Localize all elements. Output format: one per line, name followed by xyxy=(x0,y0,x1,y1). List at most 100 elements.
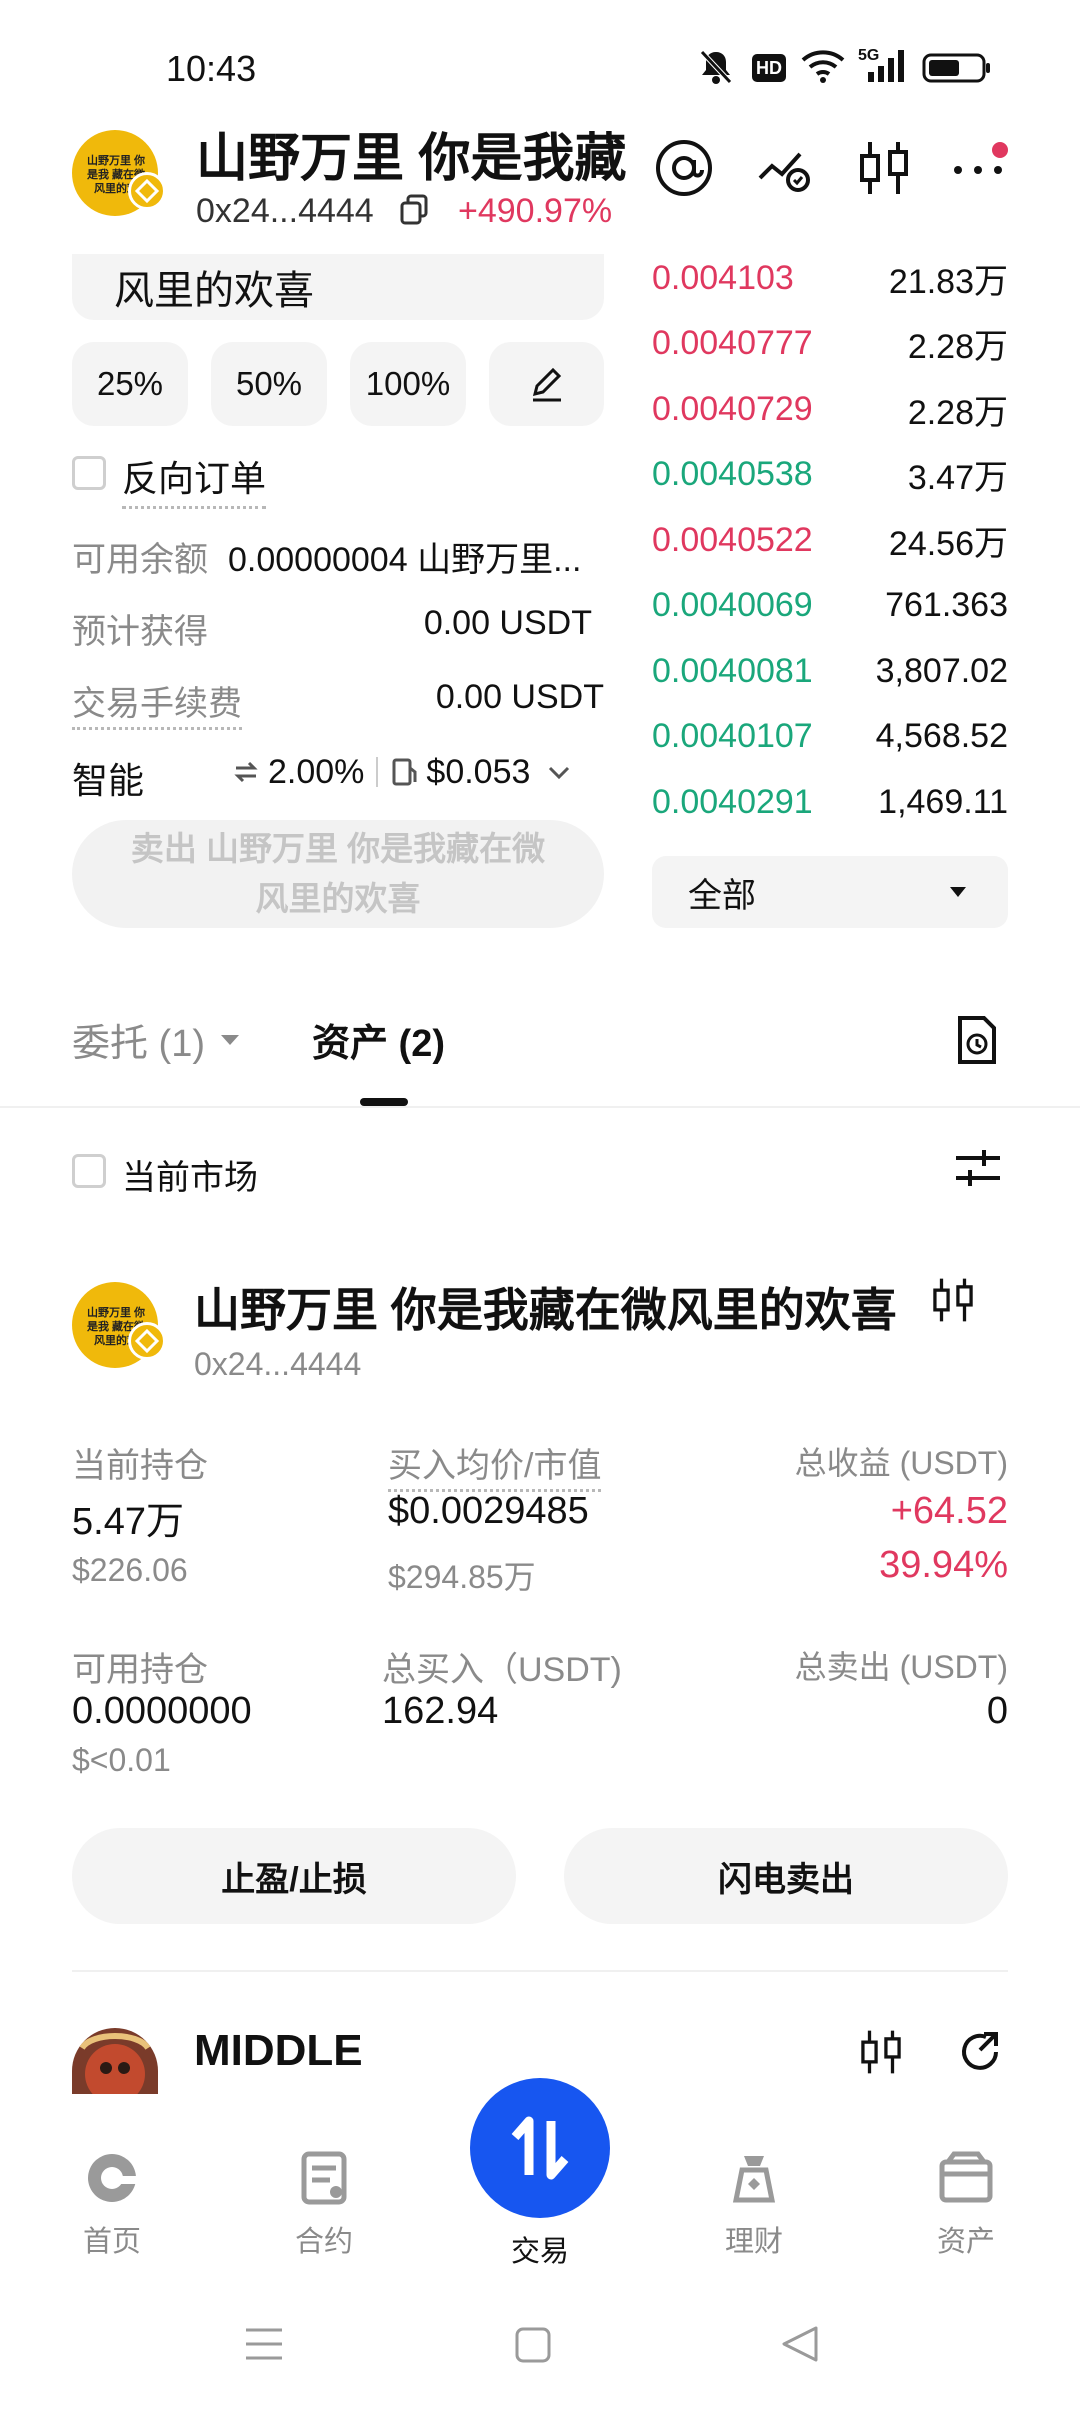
pct-50-button[interactable]: 50% xyxy=(211,342,327,426)
battery-icon xyxy=(922,52,992,84)
caret-down-icon xyxy=(221,1034,240,1045)
orderbook-row[interactable]: 0.0040538 3.47万 xyxy=(652,443,1008,507)
candlestick-icon[interactable] xyxy=(930,1274,976,1326)
token-address: 0x24...4444 xyxy=(196,192,374,230)
orderbook-filter-select[interactable]: 全部 xyxy=(652,856,1008,928)
tab-assets-label: 资产 (2) xyxy=(312,1023,446,1065)
orderbook-amount: 3.47万 xyxy=(907,459,1008,497)
orderbook-row[interactable]: 0.0040291 1,469.11 xyxy=(652,770,1008,834)
system-home-icon[interactable] xyxy=(514,2326,552,2364)
home-icon xyxy=(84,2150,140,2206)
nav-trade[interactable]: 交易 xyxy=(470,2078,610,2270)
expected-value: 0.00 USDT xyxy=(423,604,592,642)
flash-sell-label: 闪电卖出 xyxy=(718,1860,854,1899)
share-icon[interactable] xyxy=(956,2028,1004,2076)
orderbook-amount: 2.28万 xyxy=(907,393,1008,432)
divider xyxy=(376,757,379,787)
nav-contract[interactable]: 合约 xyxy=(254,2150,394,2260)
pct-50-label: 50% xyxy=(235,365,303,402)
chevron-down-icon xyxy=(549,766,570,780)
hd-icon: HD xyxy=(752,54,786,82)
smart-settings[interactable]: 2.00% $0.053 xyxy=(230,748,606,796)
more-icon[interactable] xyxy=(950,138,1010,198)
pct-100-button[interactable]: 100% xyxy=(350,342,466,426)
order-history-icon[interactable] xyxy=(954,1014,1000,1066)
candlestick-icon[interactable] xyxy=(856,138,912,198)
market-cap-value: $294.85万 xyxy=(388,1559,536,1595)
orderbook-row[interactable]: 0.0040081 3,807.02 xyxy=(652,639,1008,703)
pnl-label: 总收益 (USDT) xyxy=(794,1445,1008,1481)
reverse-order-label: 反向订单 xyxy=(122,450,267,509)
orderbook-row[interactable]: 0.0040777 2.28万 xyxy=(652,312,1008,376)
pct-25-button[interactable]: 25% xyxy=(72,342,188,426)
sell-button[interactable]: 卖出 山野万里 你是我藏在微风里的欢喜 xyxy=(72,820,604,928)
fee-value: 0.00 USDT xyxy=(435,678,604,716)
copy-icon[interactable] xyxy=(400,194,430,226)
orderbook-amount: 2.28万 xyxy=(907,328,1008,366)
at-icon[interactable] xyxy=(654,138,714,198)
expected-label: 预计获得 xyxy=(72,613,208,651)
gas-value: $0.053 xyxy=(426,752,531,791)
total-buy-value: 162.94 xyxy=(382,1690,499,1732)
orderbook-price: 0.0040107 xyxy=(652,717,813,755)
chain-badge-icon xyxy=(128,172,166,210)
slippage-icon xyxy=(234,761,258,783)
avg-price-label: 买入均价/市值 xyxy=(388,1438,602,1492)
orderbook-price: 0.0040538 xyxy=(652,455,813,493)
trade-icon xyxy=(470,2078,610,2218)
flash-sell-button[interactable]: 闪电卖出 xyxy=(564,1828,1008,1924)
candlestick-icon[interactable] xyxy=(858,2026,904,2078)
orderbook-row[interactable]: 0.0040107 4,568.52 xyxy=(652,705,1008,769)
edit-pct-button[interactable] xyxy=(489,342,604,426)
contract-icon xyxy=(296,2150,352,2206)
tp-sl-label: 止盈/止损 xyxy=(221,1860,367,1899)
caret-down-icon xyxy=(950,887,966,897)
position-label: 当前持仓 xyxy=(72,1447,208,1485)
holdings-divider xyxy=(72,1970,1008,1972)
filter-settings-icon[interactable] xyxy=(954,1148,1002,1188)
nav-finance[interactable]: 理财 xyxy=(684,2150,824,2260)
reverse-order-checkbox[interactable] xyxy=(72,456,106,490)
orderbook-row[interactable]: 0.0040729 2.28万 xyxy=(652,377,1008,441)
available-position-label: 可用持仓 xyxy=(72,1651,208,1689)
orderbook-amount: 24.56万 xyxy=(888,524,1008,563)
orderbook-price: 0.0040291 xyxy=(652,782,813,821)
price-change-pct: +490.97% xyxy=(458,192,613,230)
orderbook-amount: 4,568.52 xyxy=(875,717,1008,755)
tab-assets[interactable]: 资产 (2) xyxy=(312,1012,445,1067)
holding2-name[interactable]: MIDDLE xyxy=(194,2026,363,2076)
token-title[interactable]: 山野万里 你是我藏 xyxy=(196,116,626,191)
orderbook-price: 0.0040729 xyxy=(652,389,813,428)
orderbook-row[interactable]: 0.0040522 24.56万 xyxy=(652,508,1008,572)
nav-assets[interactable]: 资产 xyxy=(896,2150,1036,2260)
chain-badge-icon xyxy=(128,1322,166,1360)
nav-trade-label: 交易 xyxy=(510,2236,569,2268)
holding-name[interactable]: 山野万里 你是我藏在微风里的欢喜 xyxy=(194,1274,897,1340)
slippage-value: 2.00% xyxy=(268,752,365,791)
svg-text:5G: 5G xyxy=(858,47,879,64)
current-market-checkbox[interactable] xyxy=(72,1154,106,1188)
tp-sl-button[interactable]: 止盈/止损 xyxy=(72,1828,516,1924)
wifi-icon xyxy=(800,48,846,84)
pencil-icon xyxy=(532,367,561,402)
available-position-usd: $<0.01 xyxy=(72,1742,171,1778)
orderbook-amount: 1,469.11 xyxy=(878,782,1008,821)
total-buy-label: 总买入（USDT) xyxy=(382,1651,622,1689)
tab-orders[interactable]: 委托 (1) xyxy=(72,1012,241,1067)
wallet-icon xyxy=(938,2150,994,2206)
active-tab-indicator xyxy=(360,1098,408,1106)
pnl-value: +64.52 xyxy=(890,1490,1008,1532)
amount-input[interactable]: 风里的欢喜 xyxy=(72,254,604,320)
orderbook-amount: 761.363 xyxy=(885,586,1008,624)
orderbook-row[interactable]: 0.004103 21.83万 xyxy=(652,246,1008,310)
nav-home[interactable]: 首页 xyxy=(42,2150,182,2260)
fee-label: 交易手续费 xyxy=(72,676,242,730)
bell-off-icon xyxy=(698,48,734,86)
orderbook-row[interactable]: 0.0040069 761.363 xyxy=(652,574,1008,638)
system-menu-icon[interactable] xyxy=(244,2324,284,2364)
orderbook-price: 0.0040069 xyxy=(652,586,813,624)
pnl-pct: 39.94% xyxy=(879,1544,1008,1586)
system-back-icon[interactable] xyxy=(780,2324,820,2364)
tabs-divider xyxy=(0,1106,1080,1108)
price-alert-icon[interactable] xyxy=(756,142,812,194)
